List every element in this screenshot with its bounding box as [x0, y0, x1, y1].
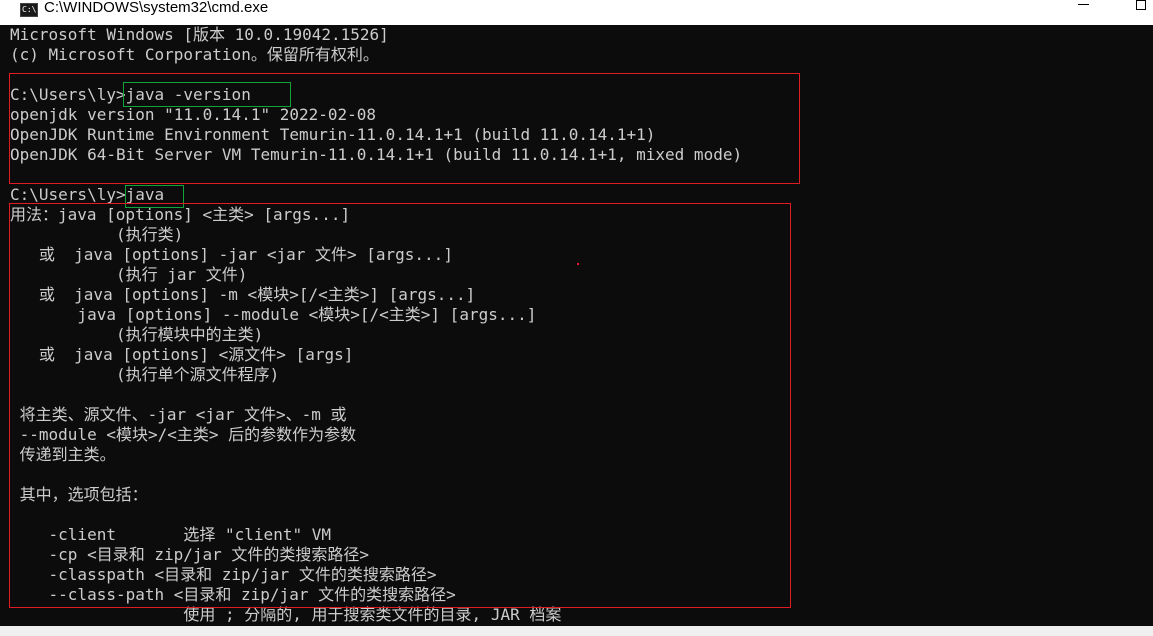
- minimize-icon[interactable]: [1078, 4, 1089, 5]
- console-line: Microsoft Windows [版本 10.0.19042.1526]: [10, 25, 389, 44]
- window-bottom-edge: [0, 626, 1153, 636]
- java-usage-highlight-box: [9, 203, 791, 608]
- console-output[interactable]: Microsoft Windows [版本 10.0.19042.1526] (…: [0, 25, 1153, 636]
- console-line: 使用 ; 分隔的, 用于搜索类文件的目录, JAR 档案: [10, 605, 562, 624]
- title-bar[interactable]: C:\ C:\WINDOWS\system32\cmd.exe: [0, 0, 1153, 25]
- java-version-command-highlight: [123, 82, 291, 107]
- cmd-app-icon: C:\: [20, 3, 38, 17]
- window-title: C:\WINDOWS\system32\cmd.exe: [44, 0, 269, 16]
- console-line: (c) Microsoft Corporation。保留所有权利。: [10, 45, 379, 64]
- maximize-icon[interactable]: [1136, 0, 1146, 10]
- red-dot-mark: [577, 263, 579, 265]
